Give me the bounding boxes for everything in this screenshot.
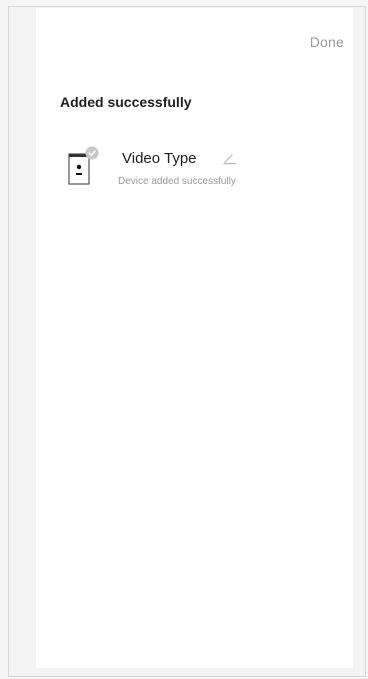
device-status-text: Device added successfully <box>118 176 236 187</box>
doorbell-device-icon <box>68 146 99 185</box>
device-list-item[interactable]: Video Type Device added successfully <box>60 144 340 192</box>
pencil-edit-icon[interactable] <box>222 150 238 166</box>
page-title: Added successfully <box>60 94 192 110</box>
device-name: Video Type <box>122 150 197 167</box>
check-badge-icon <box>85 146 99 160</box>
done-button[interactable]: Done <box>310 34 344 50</box>
